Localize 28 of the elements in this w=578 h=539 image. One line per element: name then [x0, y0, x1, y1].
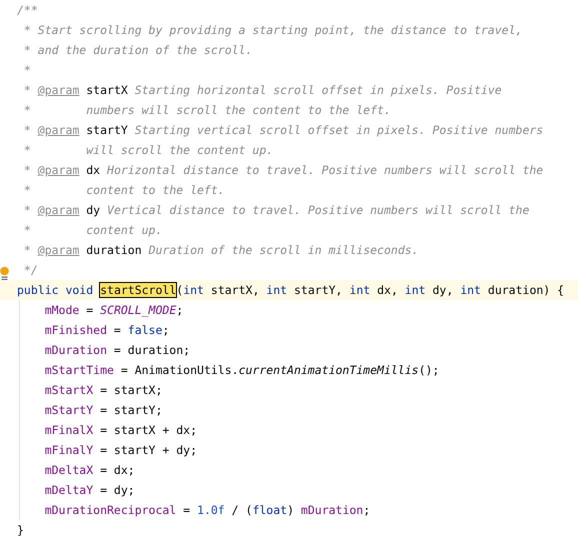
- code-line: * @param dy Vertical distance to travel. Positive numbers will scroll the: [22, 203, 530, 217]
- code-line: */: [22, 263, 38, 277]
- code-line: * content up.: [22, 223, 162, 237]
- code-line: mDuration = duration;: [44, 343, 190, 357]
- code-line: mFinalY = startY + dy;: [44, 443, 198, 457]
- code-line: mDeltaX = dx;: [44, 463, 135, 477]
- code-line: }: [17, 523, 24, 537]
- code-line: * numbers will scroll the content to the left.: [22, 103, 391, 117]
- code-line: * Start scrolling by providing a starting point, the distance to travel,: [22, 23, 522, 37]
- code-line: mDurationReciprocal = 1.0f / (float) mDuration;: [44, 503, 370, 517]
- code-line: mFinished = false;: [44, 323, 170, 337]
- code-line: mStartY = startY;: [44, 403, 162, 417]
- code-line: * and the duration of the scroll.: [22, 43, 252, 57]
- code-line: * will scroll the content up.: [22, 143, 274, 157]
- code-line: mMode = SCROLL_MODE;: [44, 303, 184, 317]
- code-line: * @param duration Duration of the scroll in milliseconds.: [22, 243, 419, 257]
- code-line: *: [22, 63, 31, 77]
- lightbulb-icon[interactable]: [0, 266, 9, 282]
- code-line: * @param startX Starting horizontal scroll offset in pixels. Positive: [22, 83, 502, 97]
- code-line: * @param dx Horizontal distance to travel. Positive numbers will scroll the: [22, 163, 544, 177]
- code-line: mStartX = startX;: [44, 383, 162, 397]
- code-line: * @param startY Starting vertical scroll offset in pixels. Positive numbers: [22, 123, 544, 137]
- code-line: public void startScroll(int startX, int startY, int dx, int dy, int duration) {: [17, 283, 564, 297]
- code-line: /**: [17, 3, 38, 17]
- code-line: mDeltaY = dy;: [44, 483, 135, 497]
- code-line: mFinalX = startX + dx;: [44, 423, 198, 437]
- code-line: * content to the left.: [22, 183, 225, 197]
- code-line: mStartTime = AnimationUtils.currentAnimationTimeMillis();: [44, 363, 440, 377]
